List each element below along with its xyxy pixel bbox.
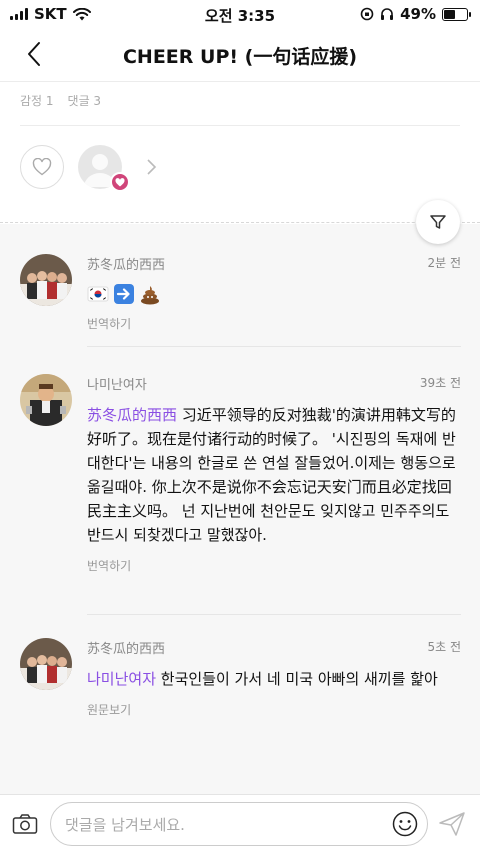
battery-percent: 49% [400,5,436,23]
dashed-divider [0,222,480,223]
avatar[interactable] [20,374,72,426]
battery-icon [442,7,471,21]
comment-separator [87,346,461,347]
heart-outline-icon [32,158,52,176]
heart-badge-icon [110,172,130,192]
pile-of-poo-icon [141,286,159,305]
comment-time: 39초 전 [419,376,461,390]
comment-body: 한국인들이 가서 네 미국 아빠의 새끼를 핥아 [156,670,438,688]
comment-input[interactable]: 댓글을 남겨보세요. [50,802,428,846]
comment-emojis [87,283,461,305]
divider [20,125,460,126]
comment-count: 댓글 3 [67,94,102,108]
emotion-count[interactable]: 감정 1 [20,92,54,109]
arrow-right-icon [114,284,134,304]
orientation-lock-icon [360,7,374,21]
avatar[interactable] [20,638,72,690]
filter-funnel-icon [430,215,446,229]
page-title: CHEER UP! (一句话应援) [122,46,358,68]
comment-input-placeholder: 댓글을 남겨보세요. [65,815,185,834]
translate-link[interactable]: 번역하기 [87,315,461,332]
original-text-link[interactable]: 원문보기 [87,701,461,718]
headphones-icon [381,8,394,20]
comment-time: 5초 전 [427,640,461,654]
heart-button[interactable] [20,145,64,189]
comment-time: 2분 전 [427,256,461,270]
comment-separator [87,614,461,615]
avatar[interactable] [20,254,72,306]
chevron-right-icon[interactable] [145,158,157,176]
flag-south-korea-icon [87,286,109,302]
comment-text: 苏冬瓜的西西 习近平领导的反对独裁'的演讲用韩文写的好听了。现在是付诸行动的时候… [87,403,461,547]
status-bar: SKT 오전 3:35 49% [0,0,480,28]
comment-composer: 댓글을 남겨보세요. [0,794,480,854]
filter-button[interactable] [416,200,460,244]
comment-body: 习近平领导的反对独裁'的演讲用韩文写的好听了。现在是付诸行动的时候了。 '시진핑… [87,406,456,544]
comment-author[interactable]: 나미난여자 [87,374,461,393]
comment-author[interactable]: 苏冬瓜的西西 [87,254,461,273]
mention-link[interactable]: 나미난여자 [87,670,156,688]
header: CHEER UP! (一句话应援) [0,28,480,82]
send-icon[interactable] [438,811,466,837]
post-meta: 감정 1 댓글 3 [20,92,101,109]
smiley-icon[interactable] [392,811,418,837]
comment-list: 苏冬瓜的西西 2분 전 번역하기 나미난여자 39초 전 苏冬瓜的西西 习近平领… [0,224,480,794]
comment-author[interactable]: 苏冬瓜的西西 [87,638,461,657]
comment-text: 나미난여자 한국인들이 가서 네 미국 아빠의 새끼를 핥아 [87,667,461,691]
reaction-row [20,145,460,193]
mention-link[interactable]: 苏冬瓜的西西 [87,406,177,424]
translate-link[interactable]: 번역하기 [87,557,461,574]
camera-icon[interactable] [12,813,38,835]
